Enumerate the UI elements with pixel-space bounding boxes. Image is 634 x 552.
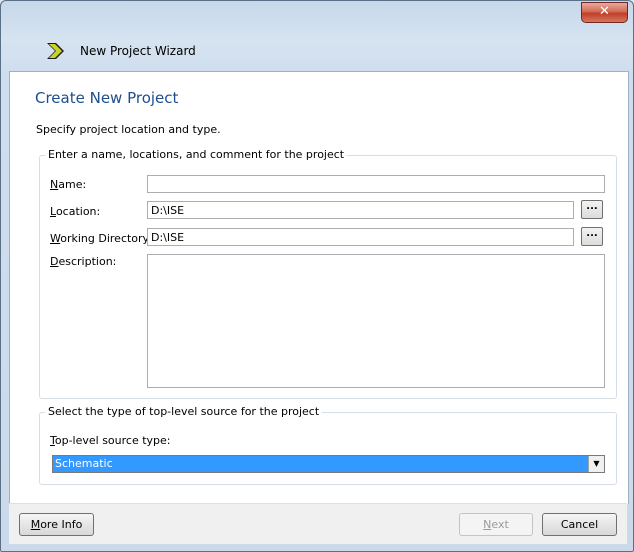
source-type-legend: Select the type of top-level source for … — [45, 405, 323, 418]
description-label: Description: — [50, 255, 117, 268]
more-info-button[interactable]: More Info — [19, 513, 94, 536]
location-label: Location: — [50, 205, 101, 218]
button-bar: More Info Next Cancel — [9, 503, 627, 544]
page-heading: Create New Project — [35, 89, 179, 107]
close-button[interactable]: ✕ — [581, 2, 628, 23]
working-directory-input[interactable] — [147, 228, 574, 246]
wizard-window: New Project Wizard ✕ Create New Project … — [0, 0, 634, 552]
title-bar[interactable]: New Project Wizard ✕ — [1, 1, 633, 71]
page-subtitle: Specify project location and type. — [36, 123, 221, 136]
wizard-content: Create New Project Specify project locat… — [9, 71, 629, 504]
description-textarea[interactable] — [147, 254, 605, 388]
project-details-legend: Enter a name, locations, and comment for… — [45, 148, 348, 161]
source-type-select[interactable]: Schematic ▼ — [52, 455, 605, 473]
working-directory-browse-button[interactable]: ... — [581, 227, 603, 246]
chevron-down-icon[interactable]: ▼ — [588, 456, 604, 472]
source-type-group: Select the type of top-level source for … — [39, 405, 617, 485]
location-browse-button[interactable]: ... — [581, 200, 603, 219]
source-type-value: Schematic — [55, 457, 113, 470]
cancel-button[interactable]: Cancel — [542, 513, 617, 536]
source-type-label: Top-level source type: — [50, 434, 171, 447]
project-details-group: Enter a name, locations, and comment for… — [39, 148, 617, 399]
name-input[interactable] — [147, 175, 605, 193]
name-label: Name: — [50, 178, 87, 191]
working-directory-label: Working Directory: — [50, 232, 152, 245]
location-input[interactable] — [147, 201, 574, 219]
window-title: New Project Wizard — [80, 44, 196, 58]
xilinx-logo-icon — [47, 43, 64, 59]
next-button[interactable]: Next — [459, 513, 533, 536]
